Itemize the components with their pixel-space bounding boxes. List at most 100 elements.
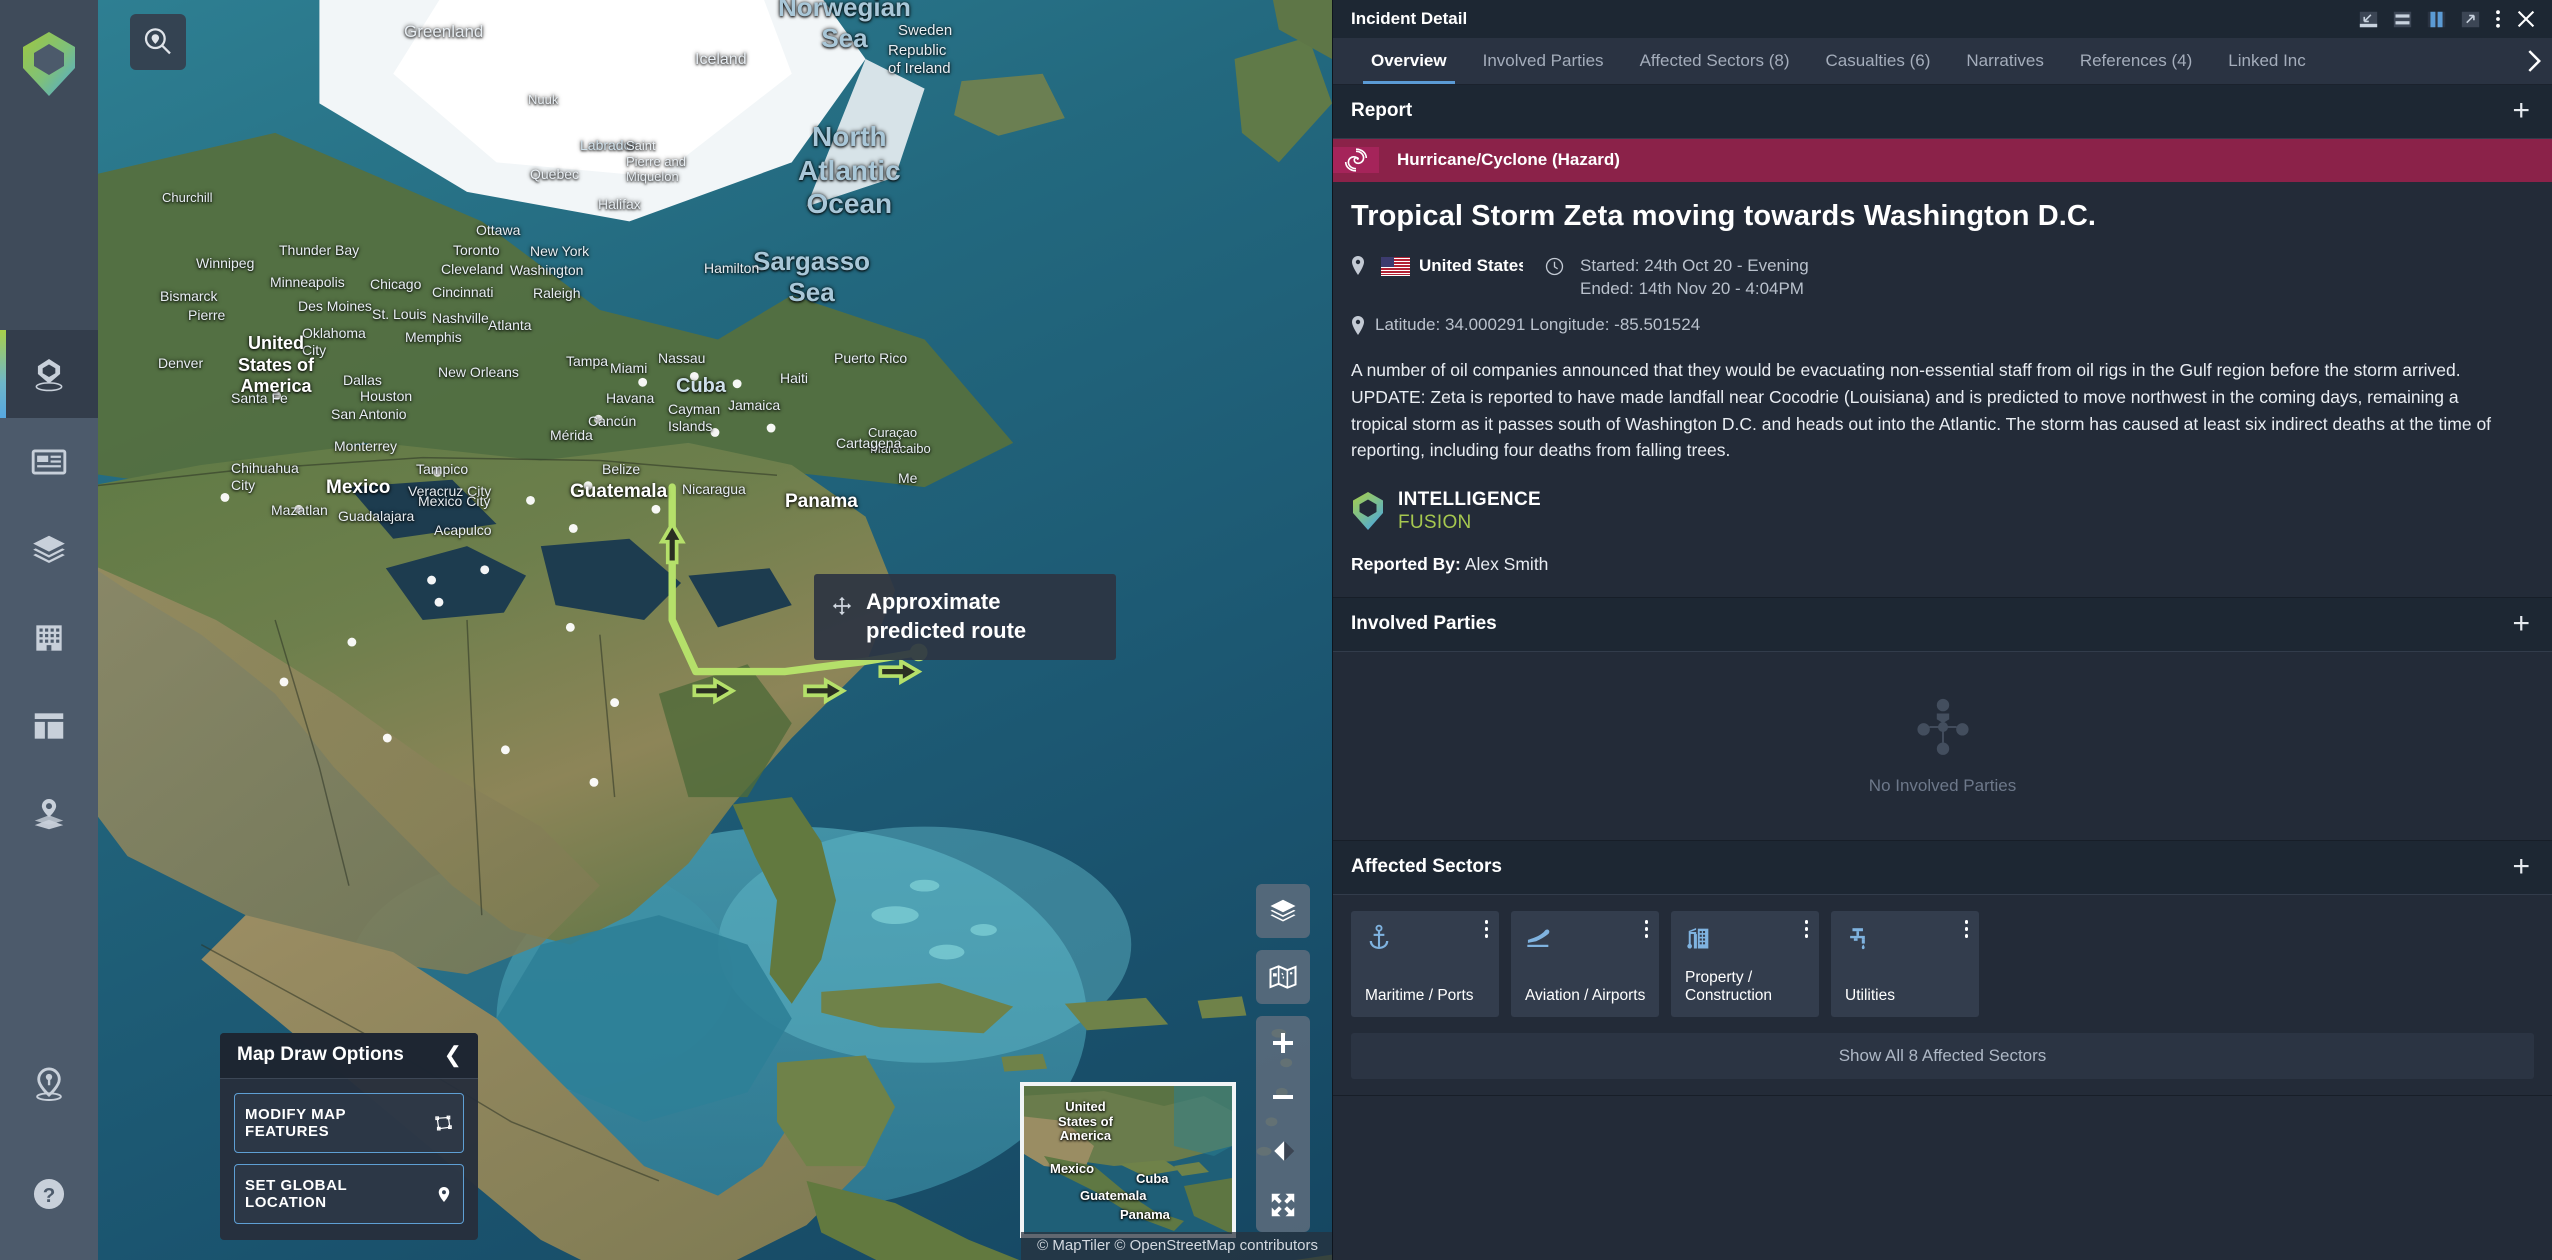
add-affected-sector-button[interactable]: + [2512,852,2530,882]
sector-card-property-construction[interactable]: Property / Construction [1671,911,1819,1018]
incident-started: Started: 24th Oct 20 - Evening [1580,256,1809,275]
incident-country: United States [1381,256,1523,276]
modify-map-features-button[interactable]: MODIFY MAP FEATURES [234,1093,464,1153]
map-basemap-button[interactable] [1256,950,1310,1004]
panel-header: Incident Detail [1333,0,2552,38]
tab-overview[interactable]: Overview [1353,38,1465,84]
map-controls [1256,884,1310,1232]
map-search-button[interactable] [130,14,186,70]
incident-detail-panel: Incident Detail Overview Involved Partie… [1332,0,2552,1260]
map-search-icon [144,28,171,55]
reported-by-label: Reported By: [1351,554,1461,575]
show-all-affected-sectors-button[interactable]: Show All 8 Affected Sectors [1351,1033,2534,1080]
affected-sectors-body: Maritime / Ports Aviation / Airports Pro… [1333,895,2552,1033]
dock-bottom-left-icon[interactable] [2359,11,2378,28]
sidebar-item-help[interactable]: ? [0,1150,98,1238]
map-layers-button[interactable] [1256,884,1310,938]
modify-map-features-label: MODIFY MAP FEATURES [245,1106,346,1140]
sector-card-menu-button[interactable] [1964,920,1968,938]
affected-sectors-card: Affected Sectors + Maritime / Ports Avia… [1333,841,2552,1097]
add-report-button[interactable]: + [2512,96,2530,126]
tab-involved-parties[interactable]: Involved Parties [1465,38,1622,84]
report-card: Report + Hurricane/Cyclone (Hazard) Trop… [1333,85,2552,599]
minimap-label: Guatemala [1080,1188,1147,1203]
tab-label: Linked Inc [2228,51,2306,70]
close-icon[interactable] [2516,9,2536,29]
incident-country-label: United States [1419,256,1523,275]
sector-card-label: Property / Construction [1685,968,1773,1005]
hazard-label: Hurricane/Cyclone (Hazard) [1397,150,1620,169]
sector-card-menu-button[interactable] [1484,920,1488,938]
split-horizontal-icon[interactable] [2393,11,2412,28]
buildings-icon [1685,924,1807,957]
map-zoom-out-button[interactable] [1256,1070,1310,1124]
tab-affected-sectors[interactable]: Affected Sectors (8) [1622,38,1808,84]
more-vertical-icon[interactable] [2495,9,2501,29]
sidebar-item-legend[interactable] [0,1040,98,1128]
tab-narratives[interactable]: Narratives [1948,38,2061,84]
set-global-location-button[interactable]: SET GLOBAL LOCATION [234,1164,464,1224]
intelligence-fusion-mark-icon [1353,492,1383,531]
sidebar-item-map-pin[interactable] [0,330,98,418]
map-zoom-in-button[interactable] [1256,1016,1310,1070]
incident-description: A number of oil companies announced that… [1351,360,2492,461]
minimap[interactable]: United States of America Mexico Cuba Guatem… [1020,1082,1236,1238]
polygon-icon [435,1115,452,1130]
affected-sectors-title: Affected Sectors [1351,856,1502,878]
tab-linked-incidents[interactable]: Linked Inc [2210,38,2324,84]
sidebar-item-layers[interactable] [0,506,98,594]
incident-coordinates: Latitude: 34.000291 Longitude: -85.50152… [1375,315,1701,334]
tab-label: Casualties (6) [1825,51,1931,70]
incident-ended: Ended: 14th Nov 20 - 4:04PM [1580,279,1804,298]
chevron-left-icon[interactable]: ❮ [444,1044,462,1066]
stacked-locations-icon [34,798,64,830]
brand-line-2: FUSION [1398,512,1472,534]
sector-card-aviation-airports[interactable]: Aviation / Airports [1511,911,1659,1018]
minimap-label: Panama [1120,1207,1170,1222]
sector-card-menu-button[interactable] [1644,920,1648,938]
report-section-title: Report [1351,100,1413,121]
tab-label: Involved Parties [1482,51,1604,70]
tab-label: References (4) [2079,51,2193,70]
map-compass-button[interactable] [1256,1124,1310,1178]
involved-parties-card: Involved Parties + No Involved Parties [1333,598,2552,842]
anchor-icon [1365,924,1487,957]
tab-casualties[interactable]: Casualties (6) [1807,38,1948,84]
tab-references[interactable]: References (4) [2062,38,2210,84]
clock-icon [1545,256,1564,281]
compass-icon [1274,1141,1295,1161]
route-tooltip[interactable]: Approximate predicted route [814,574,1116,661]
expand-icon[interactable] [2461,11,2480,28]
incident-coordinates-row: Latitude: 34.000291 Longitude: -85.50152… [1351,315,2530,335]
involved-parties-title: Involved Parties [1351,613,1497,635]
add-involved-party-button[interactable]: + [2512,609,2530,639]
zoom-in-icon [1273,1033,1293,1053]
sector-card-menu-button[interactable] [1804,920,1808,938]
sidebar-item-stacked-locations[interactable] [0,770,98,858]
panel-header-actions [2359,9,2536,29]
sidebar-item-assets[interactable] [0,594,98,682]
map-area[interactable]: Greenland Iceland Republic of Ireland Swede… [98,0,1332,1260]
layers-icon [33,535,65,563]
rail-logo-area [0,0,98,330]
sidebar-item-news-feed[interactable] [0,418,98,506]
map-fullscreen-button[interactable] [1256,1178,1310,1232]
hurricane-icon [1333,147,1379,173]
report-card-header: Report + [1333,85,2552,139]
involved-parties-empty-text: No Involved Parties [1868,776,2017,796]
source-brand: INTELLIGENCE FUSION [1351,490,2530,532]
us-flag-icon [1381,256,1410,276]
panel-body: Report + Hurricane/Cyclone (Hazard) Trop… [1333,85,2552,1260]
sector-card-maritime-ports[interactable]: Maritime / Ports [1351,911,1499,1018]
rail-item-list [0,330,98,858]
map-draw-options-body: MODIFY MAP FEATURES SET GLOBAL LOCATION [220,1079,478,1240]
incident-dates: Started: 24th Oct 20 - Evening Ended: 14… [1580,256,1809,299]
zoom-out-icon [1273,1095,1293,1099]
minimap-label: Cuba [1136,1171,1169,1186]
split-vertical-icon[interactable] [2427,11,2446,28]
airplane-icon [1525,924,1647,957]
reported-by-row: Reported By: Alex Smith [1351,554,2530,575]
tabs-scroll-right-button[interactable] [2518,38,2552,84]
sector-card-utilities[interactable]: Utilities [1831,911,1979,1018]
sidebar-item-dashboard[interactable] [0,682,98,770]
